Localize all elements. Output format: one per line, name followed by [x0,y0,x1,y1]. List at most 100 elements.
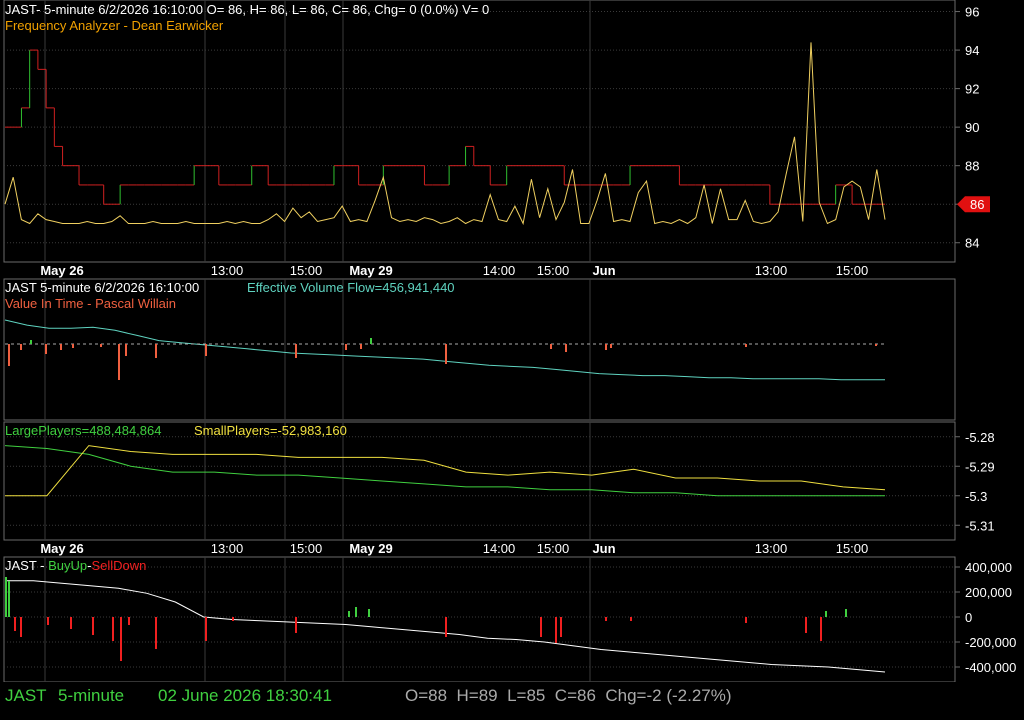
vit-bar [20,344,22,350]
vit-bar [565,344,567,352]
price-pane-title: JAST- 5-minute 6/2/2026 16:10:00 O= 86, … [5,2,490,17]
large-players-line [4,445,885,497]
frequency-analyzer-line [4,42,886,226]
price-axis-tick-label: 88 [965,159,979,174]
buyup-selldown-bar [555,617,557,643]
buyup-selldown-bar [5,577,7,617]
buyup-selldown-bar [540,617,542,637]
buyup-selldown-bar [8,581,10,617]
buyup-selldown-title: JAST - BuyUp-SellDown [5,558,146,573]
vit-bar [610,344,612,348]
vit-bar [550,344,552,349]
buyup-selldown-bar [845,609,847,617]
small-players-line [5,445,886,497]
vit-bar [370,338,372,344]
time-axis-label: 13:00 [755,263,788,278]
time-axis-label: Jun [592,541,615,556]
price-axis-tick-label: 94 [965,43,979,58]
players-axis-tick-label: -5.31 [965,518,995,533]
vit-bar [445,344,447,364]
buyup-selldown-bar [155,617,157,649]
players-axis-tick-label: -5.28 [965,430,995,445]
selldown-label: SellDown [91,558,147,573]
last-price-label: 86 [970,197,984,212]
buyup-selldown-bar [20,617,22,637]
time-axis-label: Jun [592,263,615,278]
buyup-selldown-bar [47,617,49,625]
buyup-axis-tick-label: 400,000 [965,560,1012,575]
buyup-selldown-bar [368,609,370,617]
buyup-selldown-bar [205,617,207,641]
status-ohlc: O=88 H=89 L=85 C=86 Chg=-2 (-2.27%) [405,686,732,705]
vit-bar [360,344,362,349]
vit-bar [60,344,62,350]
pane-border [3,421,956,541]
time-axis-label: 14:00 [483,263,516,278]
buyup-selldown-bar [805,617,807,633]
vit-bar [605,344,607,350]
time-axis-label: 13:00 [755,541,788,556]
vit-bar [155,344,157,358]
chart-canvas: 8486889092949686May 2613:0015:00May 2914… [3,0,1016,682]
status-bar: JAST 5-minute 02 June 2026 18:30:41 O=88… [0,682,1024,720]
status-symbol: JAST [5,686,47,705]
vit-bar [100,344,102,347]
players-axis-tick-label: -5.3 [965,489,987,504]
buyup-selldown-bar [445,617,447,637]
status-datetime: 02 June 2026 18:30:41 [158,686,332,705]
status-interval: 5-minute [58,686,125,705]
vit-bar [8,344,10,366]
buyup-selldown-bar [14,617,16,631]
time-axis-label: 13:00 [211,541,244,556]
frequency-analyzer-label: Frequency Analyzer - Dean Earwicker [5,18,224,33]
buyup-selldown-bar [355,607,357,617]
time-axis-label: 15:00 [537,541,570,556]
players-axis-tick-label: -5.29 [965,459,995,474]
buyup-selldown-bar [630,617,632,621]
small-players-label: SmallPlayers=-52,983,160 [194,423,347,438]
time-axis-label: May 29 [349,541,392,556]
buyup-selldown-bar [295,617,297,633]
buyup-selldown-bar [560,617,562,637]
buyup-selldown-bar [825,611,827,617]
buyup-selldown-bar [120,617,122,661]
buyup-selldown-bar [232,617,234,621]
vit-bar [205,344,207,356]
time-axis-label: 13:00 [211,263,244,278]
pane-border [3,556,956,682]
buyup-selldown-bar [112,617,114,641]
buyup-axis-tick-label: 0 [965,610,972,625]
vit-bar [72,344,74,348]
price-axis-tick-label: 84 [965,236,979,251]
time-axis-label: 15:00 [836,263,869,278]
price-axis-tick-label: 90 [965,120,979,135]
vit-bar [125,344,127,356]
time-axis-label: May 26 [40,541,83,556]
vit-bar [875,344,877,346]
buyup-selldown-bar [820,617,822,641]
large-players-label: LargePlayers=488,484,864 [5,423,162,438]
buyup-axis-tick-label: -200,000 [965,635,1016,650]
time-axis-label: 15:00 [836,541,869,556]
effective-volume-flow-label: Effective Volume Flow=456,941,440 [247,280,455,295]
vit-bar [745,344,747,347]
vit-pane-title: JAST 5-minute 6/2/2026 16:10:00 [5,280,200,295]
buyup-selldown-bar [128,617,130,625]
vit-bar [45,344,47,354]
vit-bar [30,340,32,344]
vit-bar [118,344,120,380]
time-axis-label: May 26 [40,263,83,278]
price-axis-tick-label: 96 [965,5,979,20]
time-axis-label: May 29 [349,263,392,278]
vit-bar [345,344,347,350]
time-axis-label: 15:00 [537,263,570,278]
buyup-selldown-bar [348,611,350,617]
buyup-selldown-bar [92,617,94,635]
time-axis-label: 15:00 [290,541,323,556]
buyup-selldown-bar [745,617,747,623]
time-axis-label: 14:00 [483,541,516,556]
buyup-selldown-bar [605,617,607,621]
buyup-axis-tick-label: 200,000 [965,585,1012,600]
price-axis-tick-label: 92 [965,82,979,97]
buyup-prefix: JAST - [5,558,49,573]
